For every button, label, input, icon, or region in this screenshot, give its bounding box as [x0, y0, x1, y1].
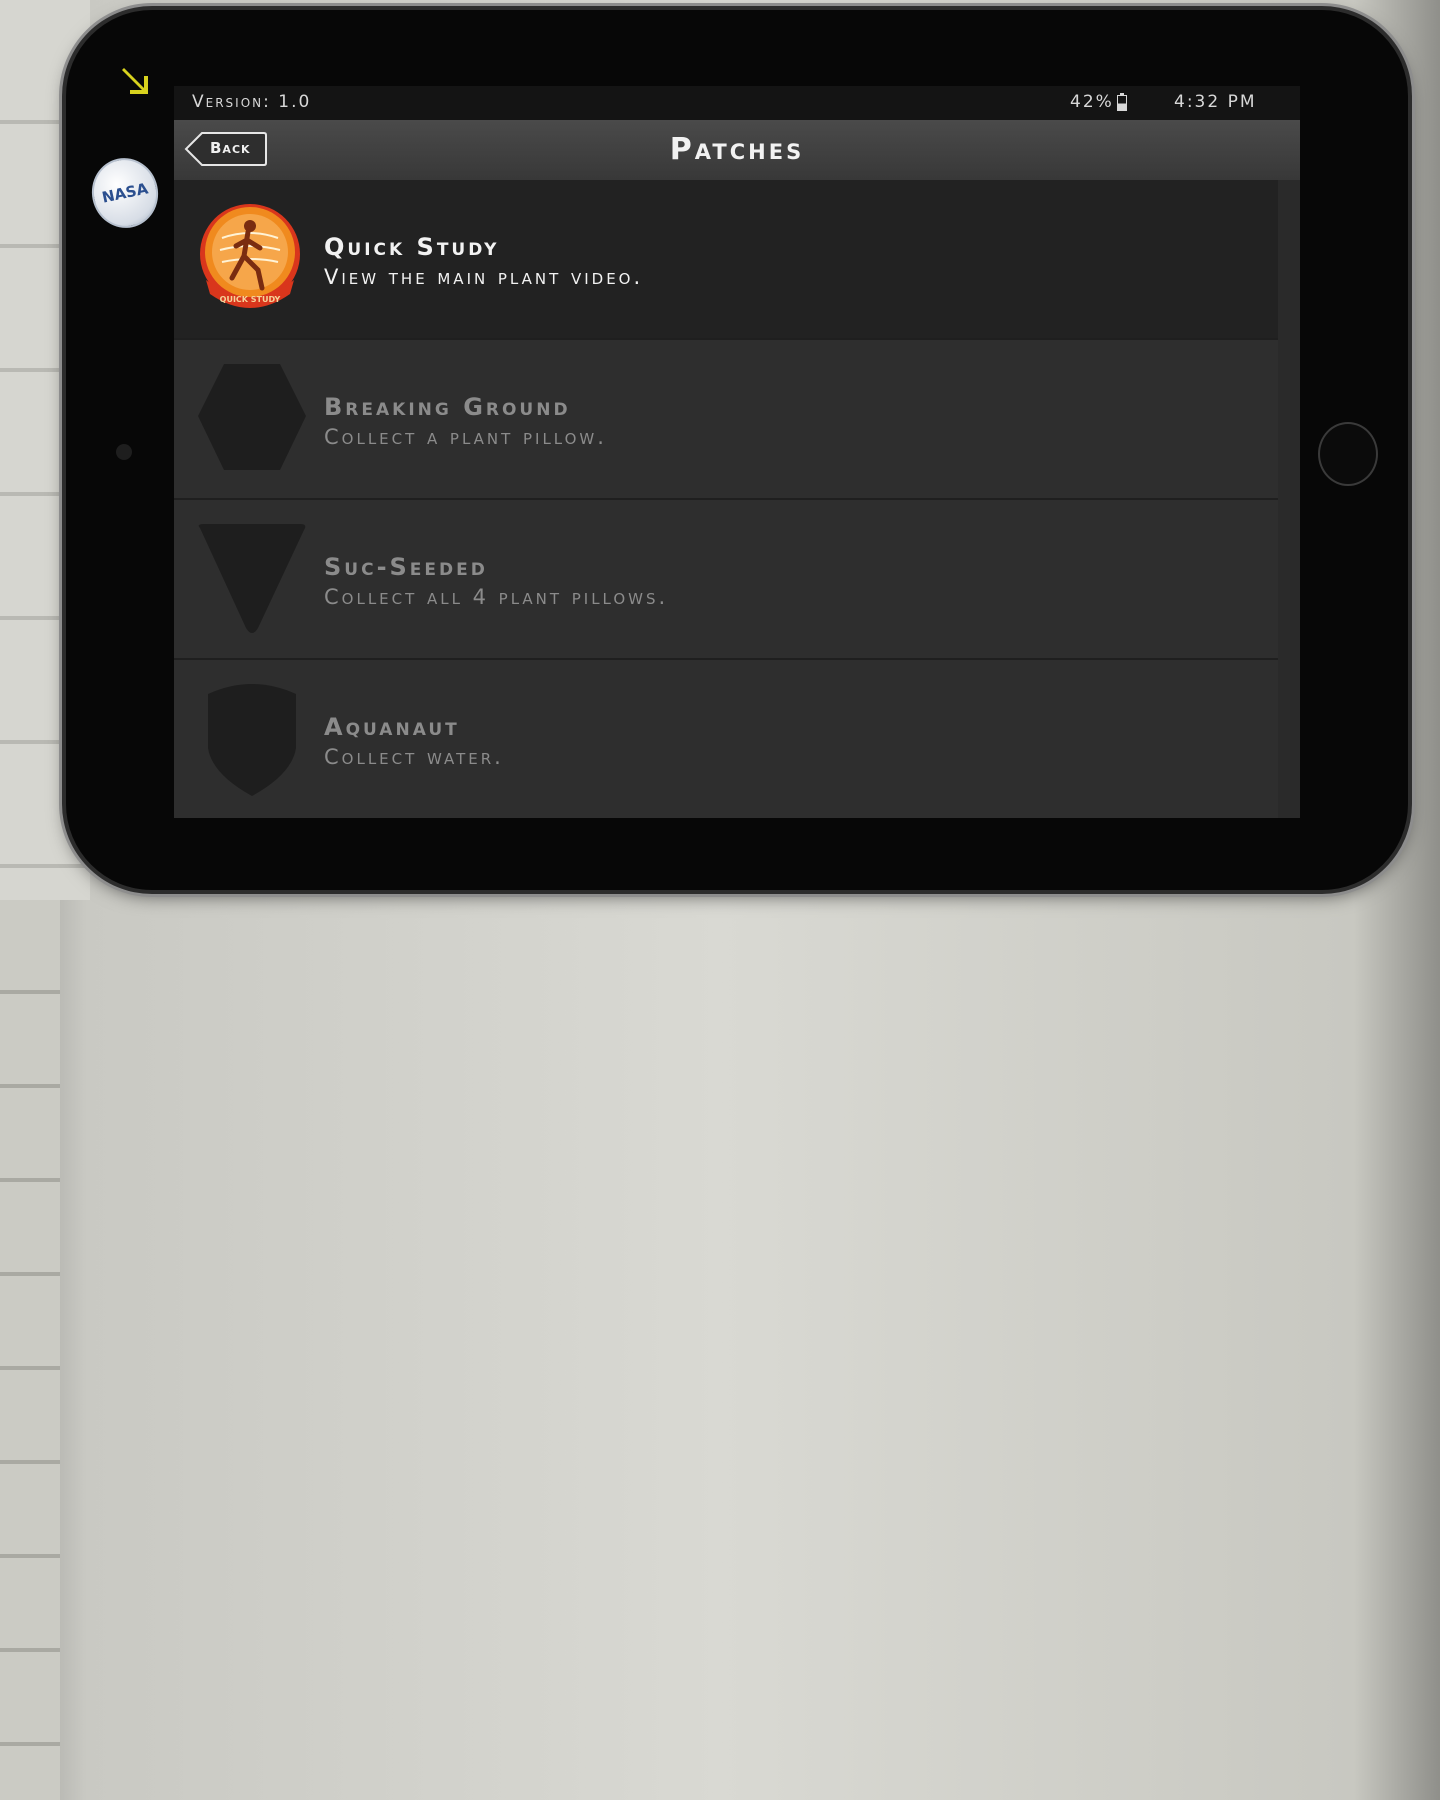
- patch-description: Collect all 4 plant pillows.: [324, 585, 669, 609]
- status-bar: Version: 1.0 42% 4:32 PM: [174, 86, 1300, 120]
- clock: 4:32 PM: [1174, 92, 1257, 112]
- page-title: Patches: [669, 132, 805, 167]
- patch-title: Suc-Seeded: [324, 553, 488, 581]
- hexagon-patch-icon: [198, 364, 306, 470]
- patch-list: QUICK STUDY Quick Study View the main pl…: [174, 180, 1278, 818]
- patch-title: Aquanaut: [324, 713, 460, 741]
- patch-title: Breaking Ground: [324, 393, 571, 421]
- shield-patch-icon: [208, 684, 296, 796]
- version-label: Version: 1.0: [192, 92, 312, 112]
- patch-row-suc-seeded[interactable]: Suc-Seeded Collect all 4 plant pillows.: [174, 500, 1278, 660]
- home-button[interactable]: [1318, 422, 1378, 486]
- nasa-logo-badge[interactable]: NASA: [85, 151, 165, 235]
- patch-row-quick-study[interactable]: QUICK STUDY Quick Study View the main pl…: [174, 180, 1278, 340]
- patch-description: Collect water.: [324, 745, 504, 769]
- patch-text: Quick Study View the main plant video.: [324, 232, 643, 292]
- patch-row-breaking-ground[interactable]: Breaking Ground Collect a plant pillow.: [174, 340, 1278, 500]
- quick-study-patch-icon: QUICK STUDY: [200, 204, 300, 308]
- tablet-device: NASA Version: 1.0 42% 4:32 PM Back Patch…: [66, 10, 1408, 890]
- patch-text: Breaking Ground Collect a plant pillow.: [324, 392, 607, 452]
- patch-text: Suc-Seeded Collect all 4 plant pillows.: [324, 552, 668, 612]
- station-wall-right: [0, 900, 60, 1800]
- patch-title: Quick Study: [324, 233, 500, 261]
- scrollbar-track[interactable]: [1278, 180, 1300, 818]
- triangle-patch-icon: [198, 524, 306, 633]
- nav-bar: Back Patches: [174, 120, 1300, 181]
- tablet-screen: Version: 1.0 42% 4:32 PM Back Patches QU…: [174, 86, 1300, 818]
- patch-row-aquanaut[interactable]: Aquanaut Collect water.: [174, 660, 1278, 818]
- nasa-logo-text: NASA: [100, 179, 150, 207]
- battery-percent: 42%: [1070, 92, 1114, 112]
- camera-dot: [116, 444, 132, 460]
- quick-study-patch-label: QUICK STUDY: [220, 295, 281, 304]
- battery-indicator: 42%: [1070, 92, 1127, 112]
- patch-text: Aquanaut Collect water.: [324, 712, 504, 772]
- patch-description: Collect a plant pillow.: [324, 425, 607, 449]
- battery-icon: [1116, 93, 1127, 111]
- patch-description: View the main plant video.: [324, 265, 644, 289]
- arrow-icon[interactable]: [118, 62, 162, 106]
